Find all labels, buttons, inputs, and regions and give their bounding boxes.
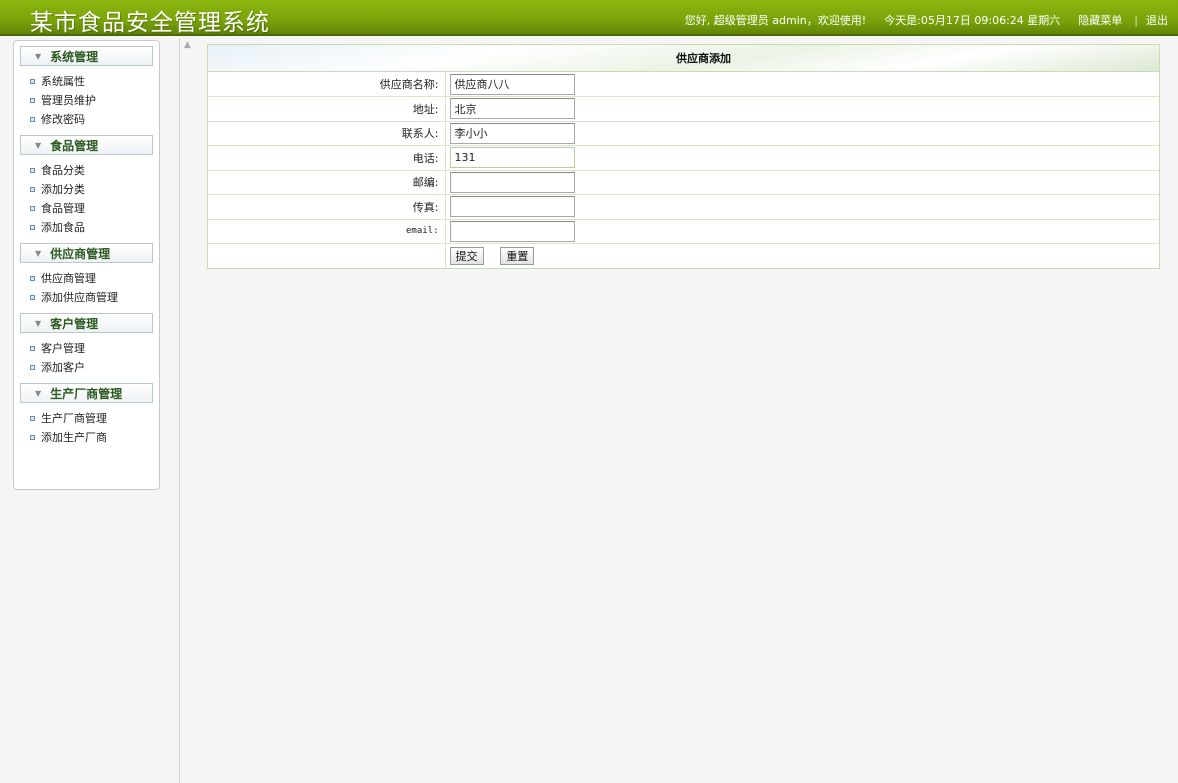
sidebar-item-label: 添加客户 bbox=[41, 361, 85, 374]
sidebar-item-supplier-manage[interactable]: 供应商管理 bbox=[30, 269, 159, 288]
bullet-icon bbox=[30, 206, 35, 211]
top-header: 某市食品安全管理系统 您好, 超级管理员 admin，欢迎使用! 今天是:05月… bbox=[0, 0, 1178, 36]
sidebar-item-add-supplier[interactable]: 添加供应商管理 bbox=[30, 288, 159, 307]
sidebar-menu: ▼ 系统管理 系统属性 管理员维护 修改密码 ▼ 食品管理 食品分类 添加分类 … bbox=[13, 40, 160, 490]
zipcode-input[interactable] bbox=[449, 171, 575, 193]
menu-group-title: 供应商管理 bbox=[50, 246, 111, 261]
form-title: 供应商添加 bbox=[208, 45, 1159, 72]
sidebar-item-label: 客户管理 bbox=[41, 342, 85, 355]
menu-list: 系统属性 管理员维护 修改密码 bbox=[14, 72, 159, 129]
sidebar-item-customer-manage[interactable]: 客户管理 bbox=[30, 339, 159, 358]
chevron-down-icon: ▼ bbox=[35, 318, 42, 328]
sidebar-item-label: 添加分类 bbox=[41, 183, 85, 196]
chevron-down-icon: ▼ bbox=[35, 140, 42, 150]
sidebar-item-add-food[interactable]: 添加食品 bbox=[30, 218, 159, 237]
form-row-email: email: bbox=[208, 218, 1159, 244]
date-time: 今天是:05月17日 09:06:24 星期六 bbox=[884, 14, 1061, 27]
menu-list: 客户管理 添加客户 bbox=[14, 339, 159, 377]
sidebar-item-change-password[interactable]: 修改密码 bbox=[30, 110, 159, 129]
menu-group-manufacturer[interactable]: ▼ 生产厂商管理 bbox=[20, 383, 153, 403]
reset-button[interactable]: 重置 bbox=[500, 247, 535, 265]
menu-group-supplier[interactable]: ▼ 供应商管理 bbox=[20, 243, 153, 263]
bullet-icon bbox=[30, 416, 35, 421]
logout-link[interactable]: 退出 bbox=[1146, 12, 1168, 28]
menu-group-customer[interactable]: ▼ 客户管理 bbox=[20, 313, 153, 333]
form-row-fax: 传真: bbox=[208, 194, 1159, 219]
sidebar-item-label: 供应商管理 bbox=[41, 272, 96, 285]
sidebar-item-add-manufacturer[interactable]: 添加生产厂商 bbox=[30, 428, 159, 447]
left-pane: ▼ 系统管理 系统属性 管理员维护 修改密码 ▼ 食品管理 食品分类 添加分类 … bbox=[0, 38, 180, 783]
bullet-icon bbox=[30, 295, 35, 300]
form-row-zip: 邮编: bbox=[208, 169, 1159, 195]
sidebar-item-label: 管理员维护 bbox=[41, 94, 96, 107]
user-greeting: 您好, 超级管理员 admin，欢迎使用! bbox=[684, 14, 867, 27]
form-table: 供应商名称: 地址: 联系人: 电话: 邮编: 传真: email: bbox=[208, 72, 1159, 268]
header-info: 您好, 超级管理员 admin，欢迎使用! 今天是:05月17日 09:06:2… bbox=[667, 12, 1168, 28]
app-title: 某市食品安全管理系统 bbox=[30, 10, 270, 36]
sidebar-item-admin-maint[interactable]: 管理员维护 bbox=[30, 91, 159, 110]
menu-group-title: 生产厂商管理 bbox=[50, 386, 123, 401]
bullet-icon bbox=[30, 276, 35, 281]
form-row-actions: 提交 重置 bbox=[208, 243, 1159, 268]
bullet-icon bbox=[30, 79, 35, 84]
sidebar-item-food-category[interactable]: 食品分类 bbox=[30, 161, 159, 180]
menu-group-title: 客户管理 bbox=[50, 316, 99, 331]
address-input[interactable] bbox=[449, 98, 575, 120]
submit-button[interactable]: 提交 bbox=[449, 247, 484, 265]
field-label: email: bbox=[208, 218, 446, 244]
field-label: 传真: bbox=[208, 194, 446, 219]
sidebar-item-label: 添加供应商管理 bbox=[41, 291, 118, 304]
form-row-phone: 电话: bbox=[208, 145, 1159, 170]
contact-input[interactable] bbox=[449, 122, 575, 144]
email-input[interactable] bbox=[449, 220, 575, 242]
bullet-icon bbox=[30, 187, 35, 192]
fax-input[interactable] bbox=[449, 196, 575, 218]
sidebar-item-manufacturer-manage[interactable]: 生产厂商管理 bbox=[30, 409, 159, 428]
chevron-down-icon: ▼ bbox=[35, 388, 42, 398]
chevron-down-icon: ▼ bbox=[35, 51, 42, 61]
sidebar-item-food-manage[interactable]: 食品管理 bbox=[30, 199, 159, 218]
sidebar-item-label: 食品管理 bbox=[41, 202, 85, 215]
supplier-name-input[interactable] bbox=[449, 73, 575, 95]
bullet-icon bbox=[30, 98, 35, 103]
bullet-icon bbox=[30, 365, 35, 370]
field-label: 电话: bbox=[208, 145, 446, 170]
menu-group-title: 食品管理 bbox=[50, 138, 99, 153]
field-label: 地址: bbox=[208, 96, 446, 121]
form-row-name: 供应商名称: bbox=[208, 72, 1159, 97]
supplier-add-form: 供应商添加 供应商名称: 地址: 联系人: 电话: 邮编: 传真: email: bbox=[207, 44, 1160, 269]
bullet-icon bbox=[30, 168, 35, 173]
sidebar-item-label: 添加食品 bbox=[41, 221, 85, 234]
menu-list: 供应商管理 添加供应商管理 bbox=[14, 269, 159, 307]
menu-group-system[interactable]: ▼ 系统管理 bbox=[20, 46, 153, 66]
menu-list: 食品分类 添加分类 食品管理 添加食品 bbox=[14, 161, 159, 237]
form-row-contact: 联系人: bbox=[208, 120, 1159, 146]
sidebar-item-label: 食品分类 bbox=[41, 164, 85, 177]
menu-list: 生产厂商管理 添加生产厂商 bbox=[14, 409, 159, 447]
scroll-up-icon[interactable]: ▲ bbox=[184, 40, 191, 50]
form-row-address: 地址: bbox=[208, 96, 1159, 121]
chevron-down-icon: ▼ bbox=[35, 248, 42, 258]
bullet-icon bbox=[30, 435, 35, 440]
sidebar-item-add-category[interactable]: 添加分类 bbox=[30, 180, 159, 199]
sidebar-item-label: 生产厂商管理 bbox=[41, 412, 107, 425]
menu-group-title: 系统管理 bbox=[50, 49, 99, 64]
sidebar-item-system-props[interactable]: 系统属性 bbox=[30, 72, 159, 91]
empty-cell bbox=[208, 243, 446, 268]
bullet-icon bbox=[30, 117, 35, 122]
phone-input[interactable] bbox=[449, 147, 575, 169]
field-label: 邮编: bbox=[208, 169, 446, 195]
menu-group-food[interactable]: ▼ 食品管理 bbox=[20, 135, 153, 155]
hide-menu-link[interactable]: 隐藏菜单 bbox=[1078, 12, 1122, 28]
bullet-icon bbox=[30, 225, 35, 230]
field-label: 供应商名称: bbox=[208, 72, 446, 97]
header-divider: | bbox=[1134, 13, 1138, 27]
field-label: 联系人: bbox=[208, 120, 446, 146]
bullet-icon bbox=[30, 346, 35, 351]
sidebar-item-add-customer[interactable]: 添加客户 bbox=[30, 358, 159, 377]
sidebar-item-label: 修改密码 bbox=[41, 113, 85, 126]
sidebar-item-label: 系统属性 bbox=[41, 75, 85, 88]
sidebar-item-label: 添加生产厂商 bbox=[41, 431, 107, 444]
